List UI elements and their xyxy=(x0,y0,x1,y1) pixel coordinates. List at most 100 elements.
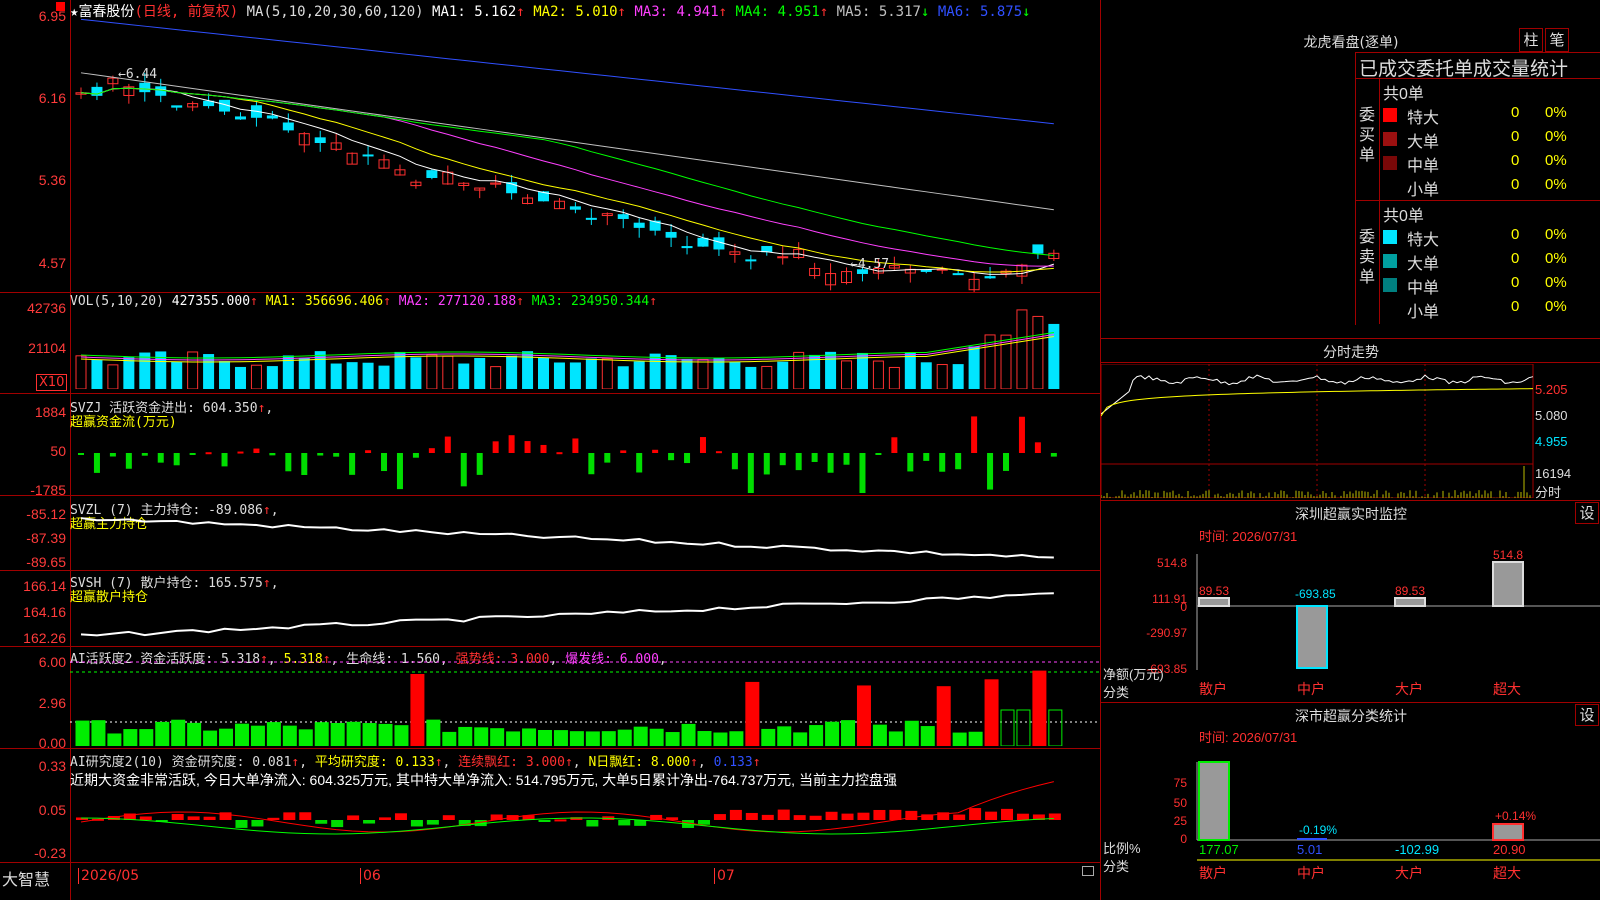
money-flow-bar xyxy=(444,436,451,453)
money-flow-bar xyxy=(907,453,914,472)
activity-bar xyxy=(346,721,361,746)
activity-bar xyxy=(314,722,329,746)
lock-icon[interactable] xyxy=(1082,866,1094,876)
money-flow-bar xyxy=(1050,453,1057,457)
vol-unit-badge: X10 xyxy=(36,374,68,391)
activity-bar xyxy=(553,730,568,746)
ai-activity-chart[interactable] xyxy=(70,660,1100,746)
activity-bar xyxy=(171,719,186,746)
volume-chart[interactable] xyxy=(70,305,1100,389)
money-flow-bar xyxy=(125,453,132,469)
volume-bar xyxy=(569,362,581,389)
activity-bar xyxy=(841,720,856,746)
category-label: 大户 xyxy=(1395,681,1423,697)
volume-bar xyxy=(458,363,470,389)
divider xyxy=(1101,500,1600,501)
volume-bar xyxy=(394,351,406,389)
research-bar xyxy=(394,813,407,820)
order-stats-title: 已成交委托单成交量统计 xyxy=(1359,59,1569,80)
research-bar xyxy=(857,812,870,820)
sz-monitor-title: 深圳超赢实时监控 xyxy=(1295,507,1407,523)
category-label: 散户 xyxy=(1199,681,1227,697)
activity-bar xyxy=(282,725,297,746)
candle-body xyxy=(314,137,326,143)
activity-bar xyxy=(793,732,808,746)
money-flow-bar xyxy=(604,453,611,463)
candle-body xyxy=(633,222,645,228)
price-axis-label: 5.36 xyxy=(38,172,66,188)
activity-bar xyxy=(569,731,584,746)
research-bar xyxy=(777,809,790,820)
order-row-count: 0 xyxy=(1511,128,1520,145)
category-value: 177.07 xyxy=(1199,842,1239,857)
category-label: 超大 xyxy=(1493,865,1521,881)
research-bar xyxy=(315,820,328,824)
research-bar xyxy=(251,820,264,827)
svsh-axis-label: 162.26 xyxy=(23,630,66,646)
sz-monitor-settings-button[interactable]: 设 xyxy=(1575,502,1599,524)
money-flow-bar xyxy=(428,448,435,453)
ratio-label: +0.14% xyxy=(1495,809,1536,823)
pane-divider xyxy=(0,393,1100,394)
activity-bar xyxy=(888,731,903,746)
candle-body xyxy=(569,206,581,210)
order-total: 共0单 xyxy=(1383,86,1424,103)
money-flow-bar xyxy=(1018,416,1025,453)
activity-bar xyxy=(984,679,999,746)
ai-research-chart[interactable] xyxy=(70,762,1100,860)
category-label: 大户 xyxy=(1395,865,1423,881)
money-flow-bar xyxy=(524,441,531,453)
svzl-chart[interactable] xyxy=(70,510,1100,568)
research-bar xyxy=(873,809,886,820)
activity-bar xyxy=(1048,709,1063,746)
money-flow-bar xyxy=(173,453,180,466)
candle-body xyxy=(139,82,151,93)
research-bar xyxy=(697,820,710,825)
sz-stats-chart[interactable]: 75 50 25 0 -0.19% +0.14% 177.07 散户 5.01 中户 -102.99… xyxy=(1101,744,1600,900)
sz-stats-xlabel: 分类 xyxy=(1103,859,1130,874)
order-row-count: 0 xyxy=(1511,274,1520,291)
activity-bar xyxy=(1016,709,1031,746)
research-bar xyxy=(1016,813,1029,820)
svsh-chart[interactable] xyxy=(70,580,1100,644)
intraday-unit-label: 分时 xyxy=(1535,485,1562,500)
moving-average-line xyxy=(80,87,1054,267)
money-flow-bar xyxy=(492,441,499,453)
order-row-count: 0 xyxy=(1511,226,1520,243)
activity-bar xyxy=(920,726,935,746)
net-amount-label: 89.53 xyxy=(1199,584,1229,598)
research-bar xyxy=(554,819,567,822)
volume-bar xyxy=(266,366,278,389)
order-row-percent: 0% xyxy=(1545,226,1567,243)
money-flow-bar xyxy=(317,453,324,456)
vol-axis-label: 21104 xyxy=(28,340,66,356)
research-bar xyxy=(331,820,344,828)
candle-body xyxy=(761,246,773,253)
svzj-chart[interactable] xyxy=(70,405,1100,493)
order-color-swatch xyxy=(1383,278,1397,292)
sz-stats-settings-button[interactable]: 设 xyxy=(1575,704,1599,726)
low-price-mark: ←4.57 xyxy=(850,257,890,272)
net-amount-bar xyxy=(1198,597,1230,607)
activity-bar xyxy=(155,721,170,746)
kline-main-area[interactable]: ★富春股份(日线, 前复权) MA(5,10,20,30,60,120) MA1… xyxy=(0,0,1100,900)
pane-divider xyxy=(0,495,1100,496)
money-flow-bar xyxy=(955,453,962,470)
activity-bar xyxy=(1000,709,1015,746)
sz-monitor-chart[interactable]: 514.8111.910-290.97-693.8589.53散户-693.85… xyxy=(1101,540,1600,698)
right-sidebar: 龙虎看盘(逐单) 柱 笔 已成交委托单成交量统计 共0单 委买单 特大 0 0% 大单 0 0… xyxy=(1100,0,1600,900)
tick-view-button[interactable]: 笔 xyxy=(1545,28,1569,52)
intraday-chart[interactable] xyxy=(1101,364,1600,498)
volume-bar xyxy=(123,357,135,389)
activity-bar xyxy=(266,722,281,746)
volume-bar xyxy=(107,364,119,389)
money-flow-bar xyxy=(636,453,643,473)
candlestick-chart[interactable] xyxy=(70,14,1100,292)
volume-bar xyxy=(745,366,757,389)
volume-bar xyxy=(330,363,342,389)
order-color-swatch xyxy=(1383,132,1397,146)
bar-view-button[interactable]: 柱 xyxy=(1519,28,1543,52)
money-flow-bar xyxy=(221,453,228,467)
order-row-name: 中单 xyxy=(1407,280,1440,297)
category-label: 超大 xyxy=(1493,681,1521,697)
